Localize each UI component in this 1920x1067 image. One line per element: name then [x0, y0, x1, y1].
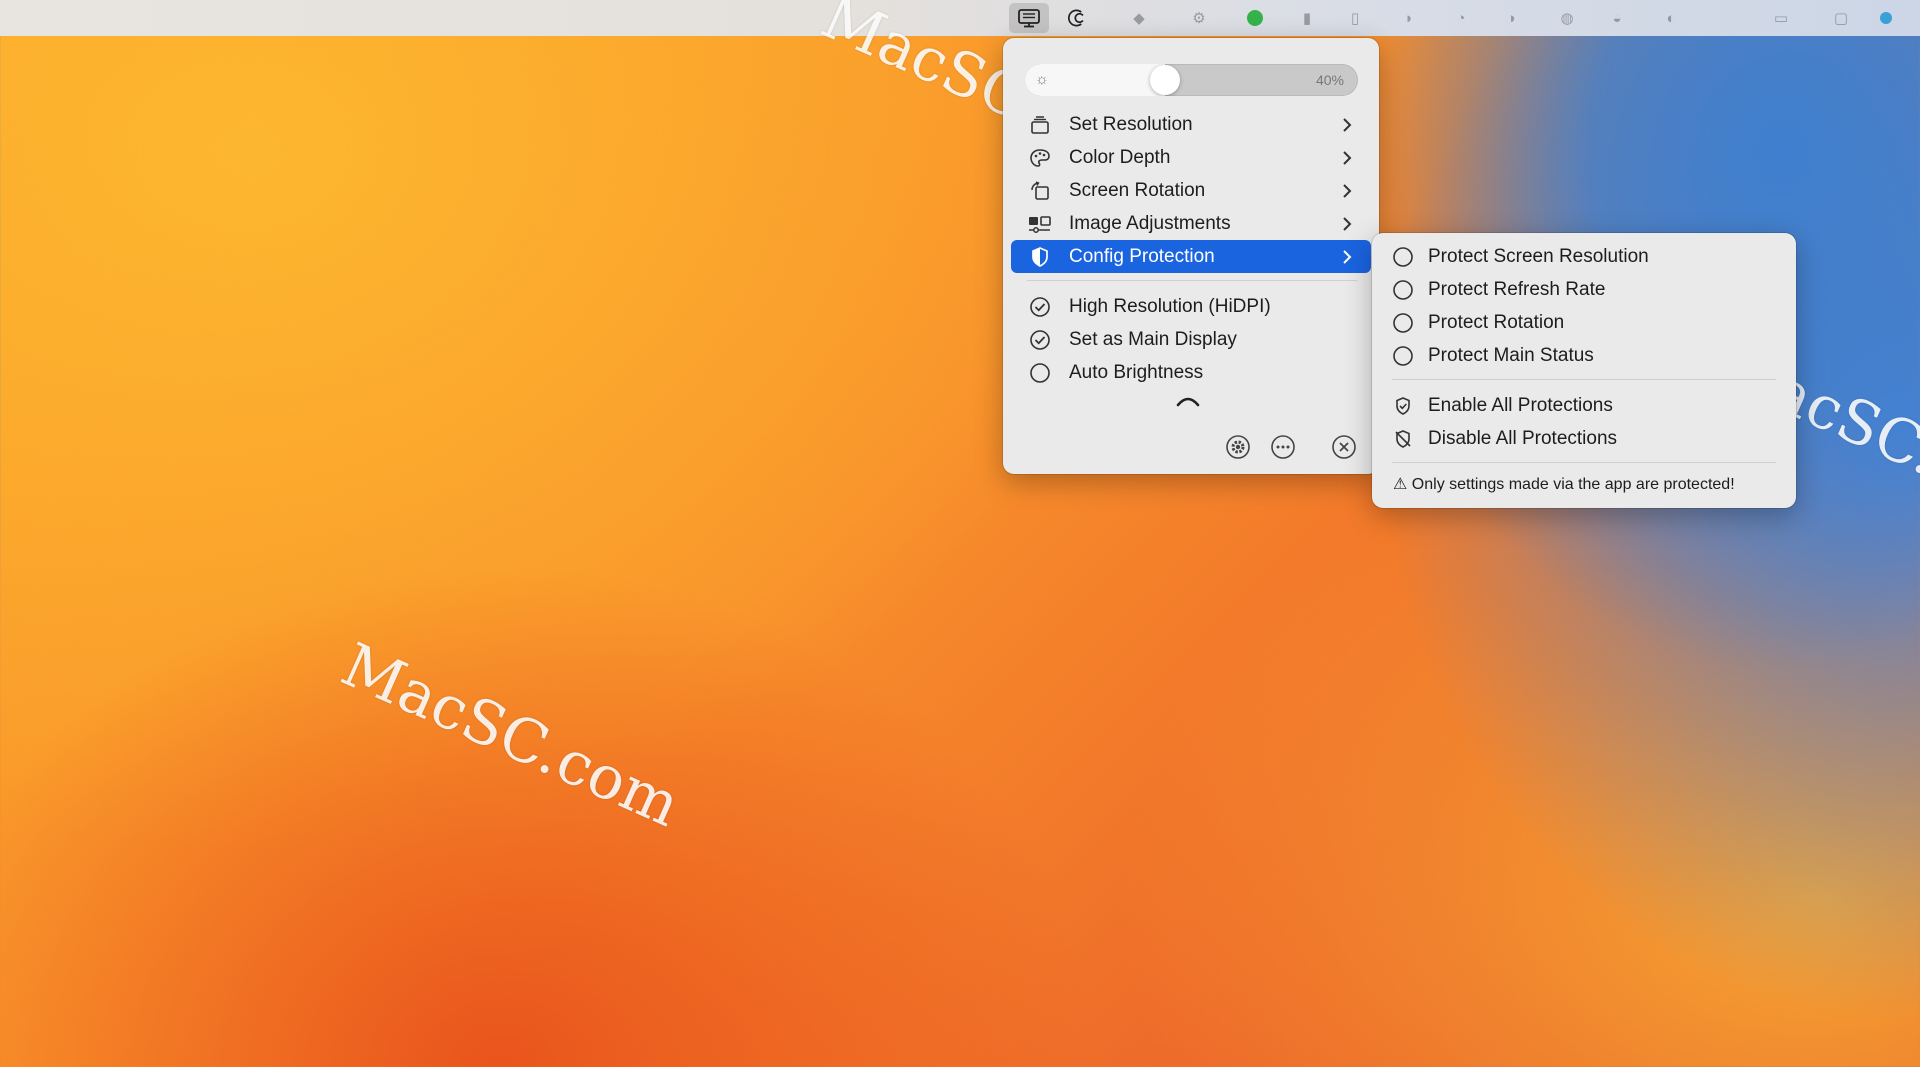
action-label: Enable All Protections [1428, 394, 1613, 416]
action-enable-all-protections[interactable]: Enable All Protections [1380, 389, 1788, 422]
menu-item-screen-rotation[interactable]: Screen Rotation [1011, 174, 1371, 207]
empty-circle-icon [1392, 312, 1414, 334]
option-label: Protect Refresh Rate [1428, 278, 1606, 300]
empty-circle-icon [1392, 279, 1414, 301]
sliders-icon [1028, 212, 1052, 236]
palette-icon [1028, 146, 1052, 170]
menu-extra-icon[interactable]: ◍ [1556, 8, 1578, 28]
more-button[interactable] [1270, 434, 1296, 460]
chevron-right-icon [1343, 117, 1352, 132]
shield-slash-icon [1392, 428, 1414, 450]
empty-circle-icon [1392, 246, 1414, 268]
more-icon [1271, 435, 1295, 459]
settings-button[interactable] [1225, 434, 1251, 460]
checkmark-circle-icon [1028, 328, 1052, 352]
display-menu: ☼ 40% Set Resolution Color Depth Screen … [1003, 38, 1379, 474]
submenu-separator [1392, 462, 1776, 463]
menu-extra-icon[interactable]: ◐ [1660, 8, 1682, 28]
toggle-main-display[interactable]: Set as Main Display [1011, 323, 1371, 356]
menu-extra-icon[interactable]: ◆ [1128, 8, 1150, 28]
option-protect-main-status[interactable]: Protect Main Status [1380, 339, 1788, 372]
chevron-right-icon [1343, 183, 1352, 198]
action-disable-all-protections[interactable]: Disable All Protections [1380, 422, 1788, 455]
menu-item-label: Screen Rotation [1069, 179, 1206, 201]
shield-half-icon [1028, 245, 1052, 269]
option-protect-rotation[interactable]: Protect Rotation [1380, 306, 1788, 339]
sun-icon: ☼ [1035, 71, 1049, 88]
shield-check-icon [1392, 395, 1414, 417]
action-label: Disable All Protections [1428, 427, 1618, 449]
protection-warning-note: ⚠ Only settings made via the app are pro… [1393, 476, 1735, 493]
quit-button[interactable] [1331, 434, 1357, 460]
rotate-icon [1028, 179, 1052, 203]
empty-circle-icon [1028, 361, 1052, 385]
watermark: MacSC.com [331, 630, 691, 841]
chevron-right-icon [1343, 249, 1352, 264]
menu-extra-icon[interactable]: ◔ [1450, 8, 1472, 28]
chevron-right-icon [1343, 150, 1352, 165]
status-dot-icon[interactable] [1244, 8, 1266, 28]
option-protect-resolution[interactable]: Protect Screen Resolution [1380, 240, 1788, 273]
close-circle-icon [1332, 435, 1356, 459]
menu-separator [1027, 280, 1357, 281]
config-protection-submenu: Protect Screen Resolution Protect Refres… [1372, 233, 1796, 508]
chevron-right-icon [1343, 216, 1352, 231]
menu-extra-icon[interactable]: ▮ [1296, 8, 1318, 28]
menu-bar: ◆ ⚙ ▮ ▯ ◗ ◔ ◑ ◍ ◒ ◐ ▭ ▢ [0, 0, 1920, 36]
submenu-separator [1392, 379, 1776, 380]
menu-item-image-adjustments[interactable]: Image Adjustments [1011, 207, 1371, 240]
menu-extra-icon[interactable]: ◒ [1606, 8, 1628, 28]
display-stack-icon [1028, 113, 1052, 137]
menu-extra-icon[interactable]: ⚙ [1188, 8, 1210, 28]
siri-icon[interactable] [1875, 8, 1897, 28]
menu-item-config-protection[interactable]: Config Protection [1011, 240, 1371, 273]
brightness-slider[interactable]: ☼ 40% [1025, 64, 1358, 96]
toggle-auto-brightness[interactable]: Auto Brightness [1011, 356, 1371, 389]
option-protect-refresh-rate[interactable]: Protect Refresh Rate [1380, 273, 1788, 306]
option-label: Protect Screen Resolution [1428, 245, 1649, 267]
menu-extra-icon[interactable]: ▯ [1344, 8, 1366, 28]
brightness-slider-knob[interactable] [1150, 65, 1180, 95]
menu-item-label: Set Resolution [1069, 113, 1193, 135]
toggle-hidpi[interactable]: High Resolution (HiDPI) [1011, 290, 1371, 323]
menu-item-label: Color Depth [1069, 146, 1171, 168]
control-center-icon[interactable]: ▭ [1770, 8, 1792, 28]
checkmark-circle-icon [1028, 295, 1052, 319]
option-label: Protect Main Status [1428, 344, 1594, 366]
toggle-label: High Resolution (HiDPI) [1069, 295, 1271, 317]
menu-item-color-depth[interactable]: Color Depth [1011, 141, 1371, 174]
menu-item-set-resolution[interactable]: Set Resolution [1011, 108, 1371, 141]
empty-circle-icon [1392, 345, 1414, 367]
app-menu-extra-icon[interactable] [1066, 8, 1088, 28]
menu-extra-icon[interactable]: ◗ [1398, 8, 1420, 28]
toggle-label: Set as Main Display [1069, 328, 1237, 350]
option-label: Protect Rotation [1428, 311, 1565, 333]
brightness-value: 40% [1315, 72, 1344, 88]
toggle-label: Auto Brightness [1069, 361, 1204, 383]
menu-item-label: Config Protection [1069, 245, 1215, 267]
menu-extra-icon[interactable]: ◑ [1500, 8, 1522, 28]
chevron-up-icon[interactable] [1176, 395, 1200, 407]
menu-item-label: Image Adjustments [1069, 212, 1231, 234]
menu-extra-icon[interactable]: ▢ [1830, 8, 1852, 28]
gear-icon [1226, 435, 1250, 459]
display-menu-extra-icon[interactable] [1009, 3, 1049, 33]
